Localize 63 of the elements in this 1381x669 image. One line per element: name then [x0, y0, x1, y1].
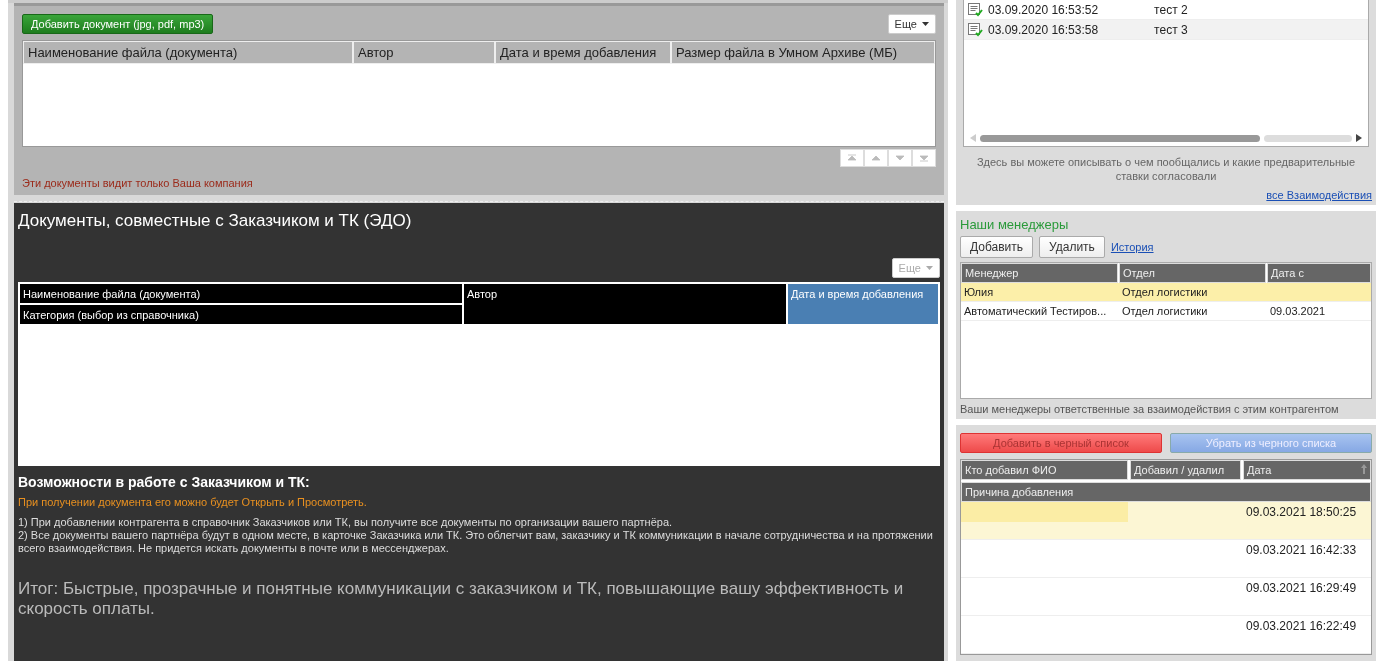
interaction-text: тест 3: [1154, 22, 1188, 37]
summary-text: Итог: Быстрые, прозрачные и понятные коммуникации с заказчиком и ТК, повышающие вашу эффективность и скорость оплаты.: [18, 579, 905, 619]
more-button[interactable]: Еще: [887, 14, 936, 34]
history-link[interactable]: История: [1110, 241, 1154, 253]
features-heading: Возможности в работе с Заказчиком и ТК:: [18, 474, 311, 490]
interaction-date: 03.09.2020 16:53:58: [988, 22, 1099, 37]
column-header[interactable]: Автор: [353, 41, 495, 64]
table-cell-text: 09.03.2021 16:22:49: [1245, 618, 1358, 635]
interactions-hint: Здесь вы можете описывать о чем пообщались и какие предварительные ставки согласовали: [975, 155, 1357, 183]
managers-hint: Ваши менеджеры ответственные за взаимодействия с этим контрагентом: [960, 403, 1340, 415]
bar-triangle-icon: [846, 152, 858, 164]
interaction-row[interactable]: 03.09.2020 16:53:58 тест 3: [964, 20, 1368, 40]
column-header[interactable]: Дата и время добавления: [788, 284, 938, 324]
move-up-button[interactable]: [864, 149, 888, 167]
bar-triangle-icon: [918, 152, 930, 164]
table-cell-text: Автоматический Тестиров...: [963, 304, 1108, 319]
all-interactions-link[interactable]: все Взаимодействия: [1266, 189, 1372, 201]
feature-paragraph: 2) Все документы вашего партнёра будут в одном месте, в карточке Заказчика или ТК. Это облегчит вам, заказчику и ТК коммуникации в начале сотрудничества и на протяжении всего взаимодействия. Не придется искать документы в почте или в мессенджерах.: [18, 529, 934, 555]
column-header[interactable]: Менеджер: [961, 263, 1118, 283]
column-header[interactable]: Наименование файла (документа): [20, 284, 462, 303]
table-cell-text: 09.03.2021: [1269, 304, 1327, 319]
column-header[interactable]: Автор: [464, 284, 786, 324]
column-header[interactable]: Кто добавил ФИО: [961, 460, 1128, 480]
section-title: Документы, совместные с Заказчиком и ТК (ЭДО): [18, 211, 413, 231]
column-header[interactable]: Дата с: [1267, 263, 1371, 283]
table-cell-text: 09.03.2021 18:50:25: [1245, 504, 1358, 521]
table-cell-text: 09.03.2021 16:42:33: [1245, 542, 1358, 559]
sort-arrow-icon: [1361, 464, 1367, 474]
move-last-button[interactable]: [912, 149, 936, 167]
manager-row[interactable]: Автоматический Тестиров... Отдел логистики 09.03.2021: [961, 302, 1371, 321]
table-cell-text: 09.03.2021 16:29:49: [1245, 580, 1358, 597]
document-check-icon: [968, 22, 984, 37]
scroll-right-icon[interactable]: [1356, 134, 1362, 142]
column-header[interactable]: Наименование файла (документа): [23, 41, 353, 64]
column-header[interactable]: Добавил / удалил: [1130, 460, 1241, 480]
manager-row[interactable]: Юлия Отдел логистики: [961, 283, 1371, 302]
caret-icon: [926, 266, 933, 270]
interaction-text: тест 2: [1154, 2, 1188, 17]
table-cell-text: Отдел логистики: [1121, 285, 1209, 300]
column-header[interactable]: Размер файла в Умном Архиве (МБ): [671, 41, 935, 64]
interaction-date: 03.09.2020 16:53:52: [988, 2, 1099, 17]
blacklist-row[interactable]: 09.03.2021 18:50:25: [961, 502, 1371, 540]
visibility-note: Эти документы видит только Ваша компания: [22, 177, 254, 189]
caret-icon: [922, 22, 929, 26]
blacklist-row[interactable]: 09.03.2021 16:22:49: [961, 616, 1371, 654]
delete-button[interactable]: Удалить: [1039, 236, 1105, 258]
highlight-text: При получении документа его можно будет Открыть и Просмотреть.: [18, 496, 368, 508]
table-cell-text: Юлия: [963, 285, 995, 300]
feature-paragraph: 1) При добавлении контрагента в справочник Заказчиков или ТК, вы получите все документы по организации вашего партнёра.: [18, 516, 674, 529]
table-cell-text: Отдел логистики: [1121, 304, 1209, 319]
blacklist-row[interactable]: 09.03.2021 16:29:49: [961, 578, 1371, 616]
move-first-button[interactable]: [840, 149, 864, 167]
column-header[interactable]: Категория (выбор из справочника): [20, 305, 462, 324]
column-header[interactable]: Отдел: [1119, 263, 1266, 283]
column-header[interactable]: Причина добавления: [961, 482, 1371, 502]
blacklist-row[interactable]: 09.03.2021 16:42:33: [961, 540, 1371, 578]
add-button[interactable]: Добавить: [960, 236, 1034, 258]
managers-title: Наши менеджеры: [960, 217, 1070, 232]
column-header[interactable]: Дата и время добавления: [495, 41, 671, 64]
column-header[interactable]: Дата: [1243, 460, 1371, 480]
add-document-button[interactable]: Добавить документ (jpg, pdf, mp3): [22, 14, 214, 34]
move-down-button[interactable]: [888, 149, 912, 167]
scroll-left-icon[interactable]: [970, 134, 976, 142]
